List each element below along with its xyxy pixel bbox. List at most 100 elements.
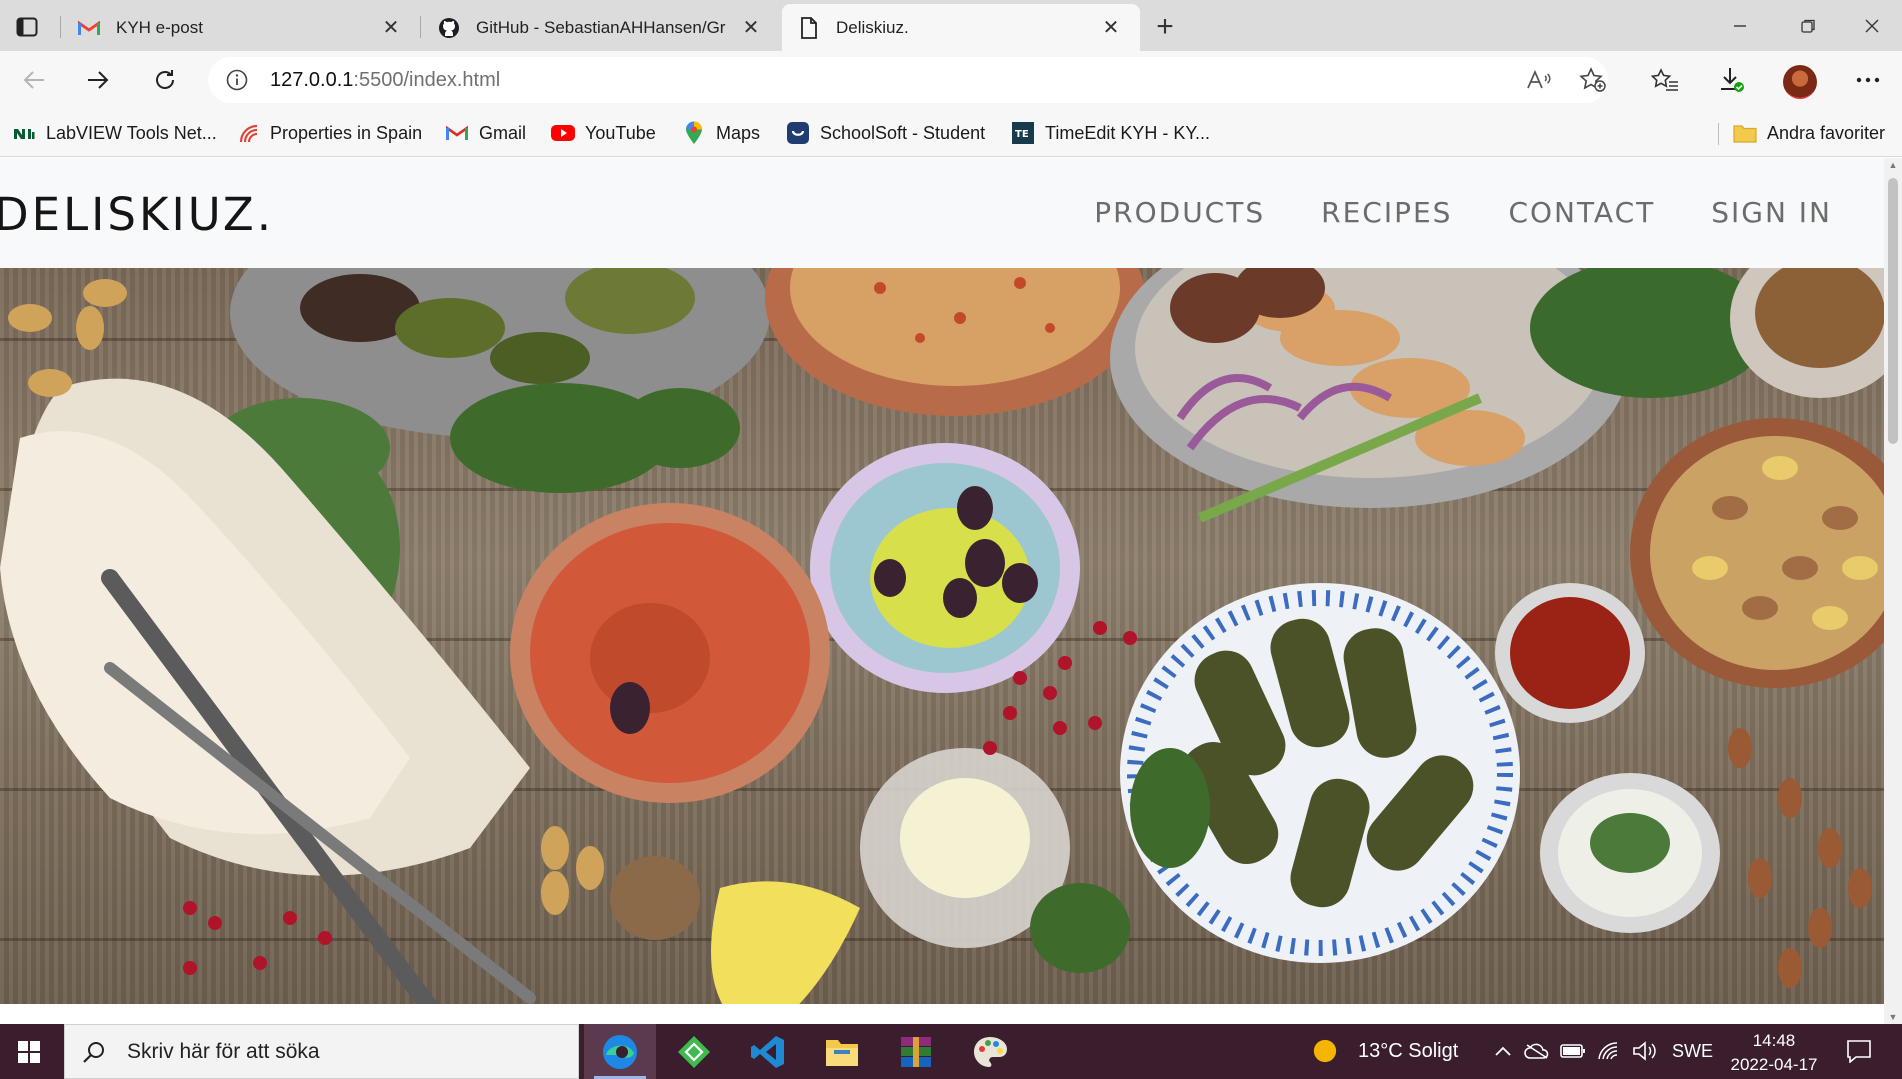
taskbar-paint[interactable] [954, 1024, 1026, 1079]
bookmark-labview[interactable]: LabVIEW Tools Net... [12, 118, 217, 148]
schoolsoft-icon [786, 121, 810, 145]
back-button[interactable] [14, 60, 54, 100]
nav-products[interactable]: PRODUCTS [1094, 196, 1265, 229]
download-icon [1721, 68, 1744, 92]
nav-recipes[interactable]: RECIPES [1321, 196, 1452, 229]
notifications-icon[interactable] [1846, 1038, 1872, 1064]
site-info-icon[interactable] [224, 67, 250, 93]
gmail-icon [445, 121, 469, 145]
start-button[interactable] [0, 1024, 58, 1079]
page-scrollbar[interactable]: ▲ ▼ [1884, 158, 1902, 1024]
tab-actions-button[interactable] [12, 12, 42, 42]
downloads-button[interactable] [1712, 60, 1752, 100]
edge-icon [603, 1034, 637, 1069]
windows-logo-icon [18, 1040, 40, 1063]
address-bar[interactable]: 127.0.0.1:5500/index.html [208, 57, 1608, 103]
tab-kyh-epost[interactable]: KYH e-post ✕ [62, 4, 420, 51]
site-header: DELISKIUZ. PRODUCTS RECIPES CONTACT SIGN… [0, 158, 1884, 268]
system-clock[interactable]: 14:48 2022-04-17 [1720, 1029, 1828, 1077]
bookmark-youtube[interactable]: YouTube [551, 118, 656, 148]
other-favorites-folder[interactable]: Andra favoriter [1733, 118, 1885, 148]
chevron-up-icon[interactable] [1490, 1038, 1516, 1064]
nav-sign-in[interactable]: SIGN IN [1711, 196, 1832, 229]
tab-strip: KYH e-post ✕ GitHub - SebastianAHHansen/… [0, 0, 1902, 51]
bookmarks-bar: LabVIEW Tools Net... Properties in Spain… [0, 109, 1902, 157]
bookmark-schoolsoft[interactable]: SchoolSoft - Student [786, 118, 985, 148]
close-tab-icon[interactable]: ✕ [378, 15, 404, 41]
tab-separator [60, 16, 61, 38]
taskbar-file-explorer[interactable] [806, 1024, 878, 1079]
close-tab-icon[interactable]: ✕ [1098, 15, 1124, 41]
palette-icon [974, 1036, 1007, 1067]
search-placeholder: Skriv här för att söka [127, 1039, 320, 1063]
url-path: :5500/index.html [353, 68, 501, 91]
refresh-icon [156, 70, 174, 89]
wifi-icon[interactable] [1596, 1038, 1622, 1064]
forward-button[interactable] [78, 60, 118, 100]
restore-button[interactable] [1774, 0, 1842, 51]
page-icon [798, 16, 820, 39]
main-nav: PRODUCTS RECIPES CONTACT SIGN IN [1094, 196, 1832, 229]
battery-icon[interactable] [1560, 1038, 1586, 1064]
volume-icon[interactable] [1632, 1038, 1658, 1064]
taskbar-edge[interactable] [584, 1024, 656, 1079]
url-host: 127.0.0.1 [270, 68, 354, 91]
favorites-button[interactable] [1645, 60, 1685, 100]
close-window-button[interactable] [1842, 0, 1902, 51]
vscode-icon [751, 1035, 784, 1068]
taskbar-winrar[interactable] [880, 1024, 952, 1079]
settings-more-button[interactable] [1848, 60, 1888, 100]
tab-deliskiuz[interactable]: Deliskiuz. ✕ [782, 4, 1140, 51]
bookmark-separator [1718, 123, 1719, 145]
tab-title: KYH e-post [116, 17, 203, 37]
keyboard-language[interactable]: SWE [1672, 1024, 1713, 1079]
bookmark-label: YouTube [585, 122, 656, 143]
lemon-wedge [711, 881, 860, 1004]
bookmark-label: Maps [716, 122, 761, 143]
tab-github[interactable]: GitHub - SebastianAHHansen/Gr ✕ [422, 4, 780, 51]
new-tab-button[interactable]: + [1148, 10, 1182, 44]
food-spread-illustration [0, 268, 1884, 1004]
favorites-list-icon [1651, 68, 1678, 91]
scrollbar-thumb[interactable] [1888, 178, 1898, 444]
read-aloud-icon[interactable] [1524, 65, 1554, 95]
nav-contact[interactable]: CONTACT [1508, 196, 1655, 229]
diamond-app-icon [678, 1035, 710, 1068]
site-logo[interactable]: DELISKIUZ. [0, 188, 274, 241]
bookmark-label: Andra favoriter [1767, 122, 1886, 143]
taskbar-app-green[interactable] [658, 1024, 730, 1079]
bookmark-label: SchoolSoft - Student [820, 122, 986, 143]
timeedit-icon: TE [1011, 121, 1035, 145]
tab-title: Deliskiuz. [836, 17, 909, 37]
close-icon [1865, 19, 1879, 32]
properties-icon [236, 121, 260, 145]
svg-text:TE: TE [1015, 129, 1029, 140]
taskbar-search[interactable]: Skriv här för att söka [64, 1024, 579, 1079]
bookmark-label: TimeEdit KYH - KY... [1045, 122, 1211, 143]
onedrive-icon[interactable] [1524, 1038, 1550, 1064]
more-icon [1856, 77, 1880, 83]
profile-avatar[interactable] [1783, 65, 1817, 99]
page-viewport: DELISKIUZ. PRODUCTS RECIPES CONTACT SIGN… [0, 158, 1884, 1024]
tab-separator [420, 16, 421, 38]
arrow-right-icon [88, 71, 109, 89]
weather-sun-icon[interactable] [1312, 1038, 1338, 1064]
tab-title: GitHub - SebastianAHHansen/Gr [476, 17, 726, 37]
refresh-button[interactable] [145, 60, 185, 100]
close-tab-icon[interactable]: ✕ [738, 15, 764, 41]
bookmark-gmail[interactable]: Gmail [445, 118, 526, 148]
bookmark-label: Properties in Spain [270, 122, 423, 143]
add-favorite-icon[interactable] [1578, 65, 1608, 95]
weather-text[interactable]: 13°C Soligt [1358, 1024, 1458, 1079]
clock-time: 14:48 [1752, 1031, 1796, 1050]
clock-date: 2022-04-17 [1730, 1055, 1818, 1074]
bookmark-maps[interactable]: Maps [682, 118, 760, 148]
minimize-button[interactable] [1706, 0, 1774, 51]
bookmark-timeedit[interactable]: TE TimeEdit KYH - KY... [1011, 118, 1210, 148]
folder-icon [1733, 121, 1757, 145]
taskbar-vscode[interactable] [732, 1024, 804, 1079]
bookmark-properties-in-spain[interactable]: Properties in Spain [236, 118, 422, 148]
windows-taskbar: Skriv här för att söka 13°C Soligt SWE 1… [0, 1024, 1902, 1079]
scroll-up-arrow-icon[interactable]: ▲ [1888, 160, 1898, 170]
scroll-down-arrow-icon[interactable]: ▼ [1888, 1012, 1898, 1022]
